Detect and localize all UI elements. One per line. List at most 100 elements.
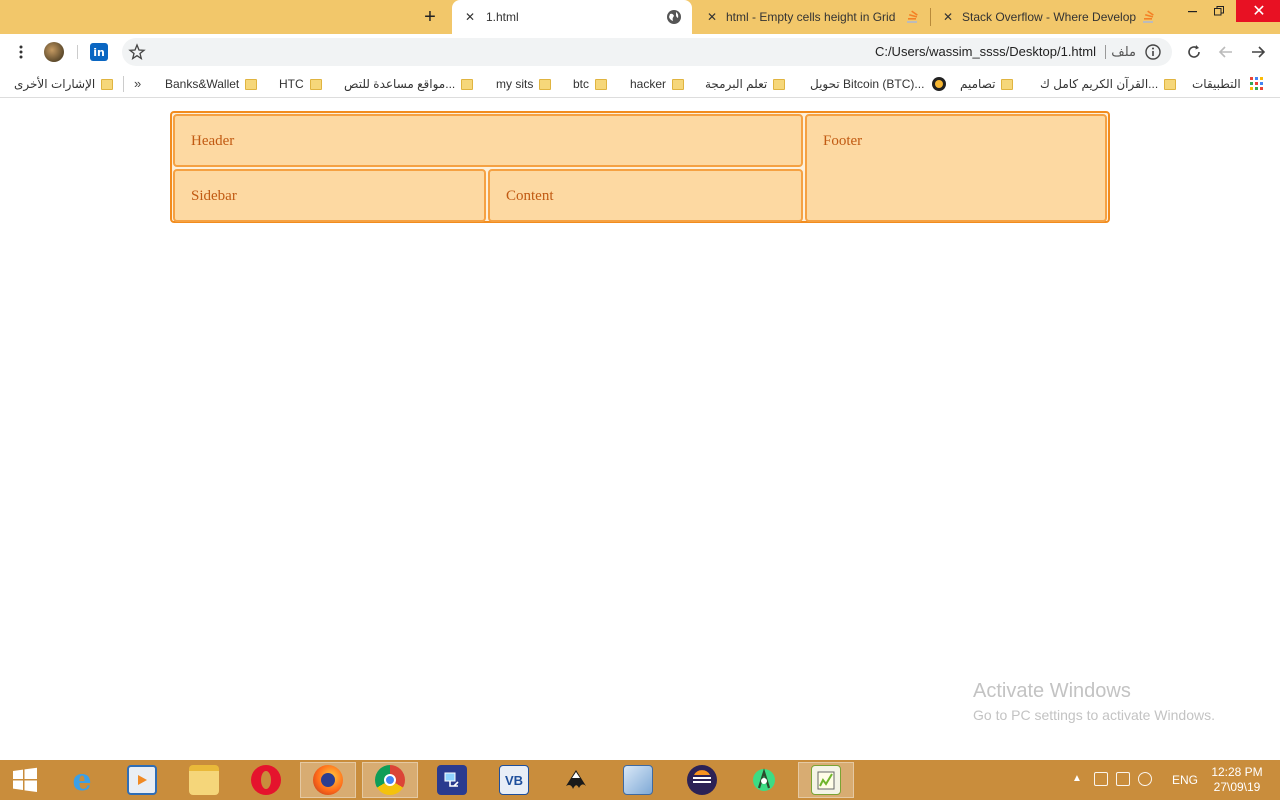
virtualbox-taskbar-button[interactable] <box>610 762 666 798</box>
bookmark-banks-wallet[interactable]: Banks&Wallet <box>165 76 258 92</box>
reload-icon[interactable] <box>1181 39 1207 65</box>
bookmark-label: القرآن الكريم كامل ك... <box>1040 77 1159 91</box>
address-bar[interactable]: C:/Users/wassim_ssss/Desktop/1.html ملف <box>122 38 1172 66</box>
folder-icon <box>672 78 685 90</box>
tab-stack-overflow[interactable]: ✕ Stack Overflow - Where Develop <box>934 0 1162 34</box>
folder-icon <box>595 78 608 90</box>
bookmark-label: btc <box>573 77 590 91</box>
apps-icon[interactable] <box>1250 77 1264 91</box>
internet-explorer-taskbar-button[interactable]: e <box>54 762 110 798</box>
restore-button[interactable] <box>1206 0 1232 22</box>
virtualbox-icon <box>623 765 653 795</box>
forward-arrow-icon[interactable] <box>1245 39 1271 65</box>
chrome-taskbar-button[interactable] <box>362 762 418 798</box>
bookmark-label: hacker <box>630 77 667 91</box>
bookmark-apps[interactable]: التطبيقات <box>1192 76 1241 92</box>
watermark-title: Activate Windows <box>973 680 1131 702</box>
close-icon[interactable]: ✕ <box>704 9 720 25</box>
firefox-taskbar-button[interactable] <box>300 762 356 798</box>
bookmark-bitcoin[interactable]: تحويل Bitcoin (BTC)... <box>810 76 947 92</box>
bookmark-label: الإشارات الأخرى <box>14 77 96 91</box>
inkscape-taskbar-button[interactable] <box>548 762 604 798</box>
stackoverflow-icon <box>907 10 918 23</box>
globe-icon <box>667 10 681 24</box>
folder-icon <box>245 78 258 90</box>
bookmark-other[interactable]: الإشارات الأخرى <box>14 76 114 92</box>
notepad-plus-plus-taskbar-button[interactable] <box>798 762 854 798</box>
folder-icon <box>189 765 219 795</box>
internet-explorer-icon: e <box>72 762 92 798</box>
visual-basic-icon: VB <box>499 765 529 795</box>
grid-content: Content <box>488 169 803 222</box>
bookmark-label: التطبيقات <box>1192 77 1241 91</box>
folder-icon <box>309 78 322 90</box>
linkedin-extension-icon[interactable]: in <box>90 43 108 61</box>
bookmark-btc[interactable]: btc <box>573 76 608 92</box>
chrome-icon <box>375 765 405 795</box>
system-tray-icons <box>1094 772 1160 788</box>
url-text: C:/Users/wassim_ssss/Desktop/1.html <box>874 44 1096 59</box>
star-icon[interactable] <box>128 43 146 61</box>
bookmark-hacker[interactable]: hacker <box>630 76 685 92</box>
bookmark-learn-programming[interactable]: تعلم البرمجة <box>705 76 786 92</box>
bookmark-label: Banks&Wallet <box>165 77 240 91</box>
media-player-taskbar-button[interactable] <box>114 762 170 798</box>
close-window-button[interactable]: ✕ <box>1236 0 1280 22</box>
bookmark-quran[interactable]: القرآن الكريم كامل ك... <box>1040 76 1177 92</box>
url-divider <box>1105 45 1106 59</box>
clock[interactable]: 12:28 PM 27\09\19 <box>1210 765 1264 795</box>
bookmark-my-sits[interactable]: my sits <box>496 76 552 92</box>
folder-icon <box>1001 78 1014 90</box>
visual-basic-taskbar-button[interactable]: VB <box>486 762 542 798</box>
profile-avatar[interactable] <box>44 42 64 62</box>
tab-title: html - Empty cells height in Grid <box>726 10 896 24</box>
taskbar: e VB ▲ ENG 12:28 PM 27\09\19 <box>0 760 1280 800</box>
network-tool-taskbar-button[interactable] <box>424 762 480 798</box>
bookmark-help-sites[interactable]: مواقع مساعدة للتص... <box>344 76 474 92</box>
new-tab-button[interactable]: + <box>418 5 442 29</box>
bookmark-htc[interactable]: HTC <box>279 76 322 92</box>
inkscape-icon <box>561 765 591 795</box>
eclipse-icon <box>687 765 717 795</box>
tab-title: Stack Overflow - Where Develop <box>962 10 1137 24</box>
menu-icon[interactable] <box>8 39 34 65</box>
folder-icon <box>101 78 114 90</box>
tab-empty-cells[interactable]: ✕ html - Empty cells height in Grid <box>698 0 926 34</box>
bookmark-label: تعلم البرمجة <box>705 77 768 91</box>
toolbar-separator <box>77 45 78 59</box>
signal-icon[interactable] <box>1116 772 1130 786</box>
tab-1-html[interactable]: ✕ 1.html <box>452 0 692 34</box>
folder-icon <box>1164 78 1177 90</box>
chevron-icon[interactable]: » <box>134 76 141 91</box>
close-icon[interactable]: ✕ <box>940 9 956 25</box>
tab-separator <box>930 8 931 26</box>
windows-icon <box>13 767 37 792</box>
show-hidden-icons-icon[interactable]: ▲ <box>1072 773 1082 784</box>
android-studio-taskbar-button[interactable] <box>736 762 792 798</box>
info-icon[interactable] <box>1144 43 1162 61</box>
bookmark-label: my sits <box>496 77 534 91</box>
minimize-button[interactable] <box>1180 0 1206 22</box>
tab-strip: + ✕ 1.html ✕ html - Empty cells height i… <box>0 0 1280 34</box>
notepad-plus-plus-icon <box>811 765 841 795</box>
grid-footer: Footer <box>805 114 1107 222</box>
start-button[interactable] <box>0 760 50 800</box>
bookmarks-separator <box>123 76 124 92</box>
battery-icon[interactable] <box>1094 772 1108 786</box>
grid-sidebar: Sidebar <box>173 169 486 222</box>
grid-container: Header Footer Sidebar Content <box>170 111 1110 223</box>
android-studio-icon <box>749 765 779 795</box>
site-icon <box>932 77 947 91</box>
back-arrow-icon[interactable] <box>1213 39 1239 65</box>
volume-icon[interactable] <box>1138 772 1152 786</box>
bookmark-label: مواقع مساعدة للتص... <box>344 77 456 91</box>
folder-icon <box>773 78 786 90</box>
clock-time: 12:28 PM <box>1211 765 1263 779</box>
bookmark-designs[interactable]: تصاميم <box>960 76 1014 92</box>
scheme-label: ملف <box>1111 44 1136 59</box>
file-explorer-taskbar-button[interactable] <box>176 762 232 798</box>
language-indicator[interactable]: ENG <box>1172 773 1198 787</box>
close-icon[interactable]: ✕ <box>462 9 478 25</box>
opera-taskbar-button[interactable] <box>238 762 294 798</box>
eclipse-taskbar-button[interactable] <box>674 762 730 798</box>
